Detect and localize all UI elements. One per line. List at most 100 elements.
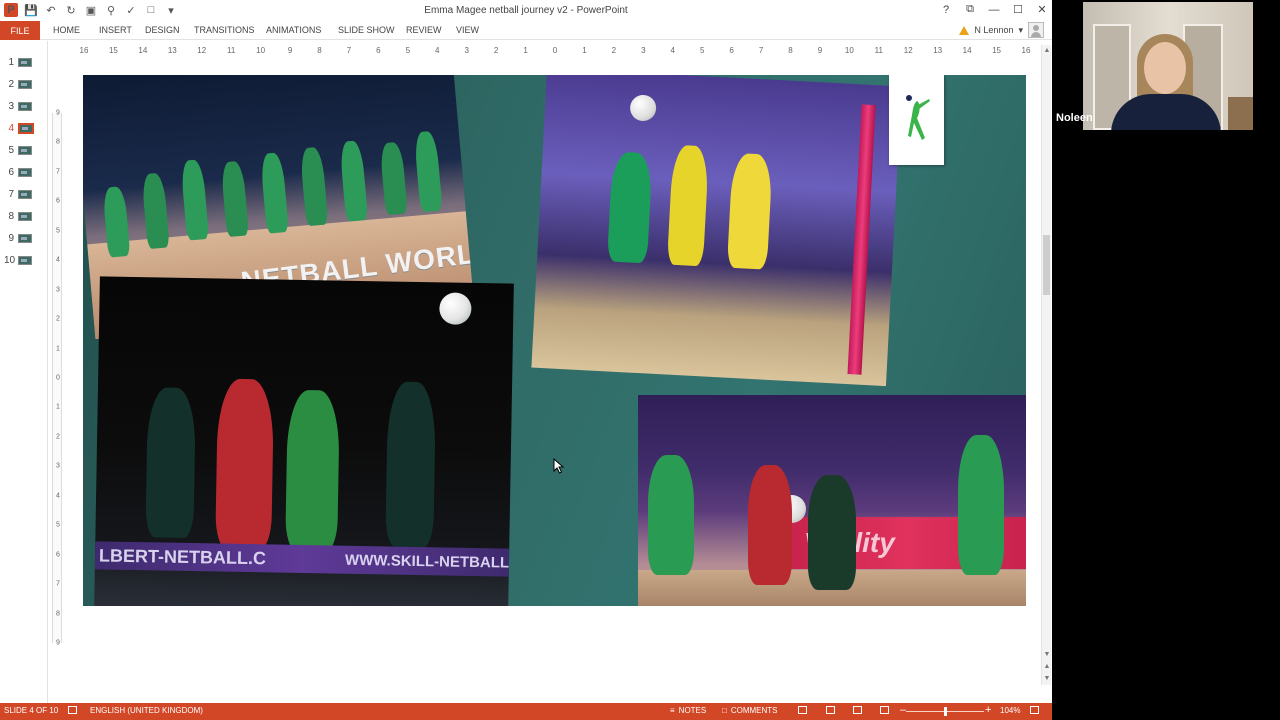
ruler-tick: 7 bbox=[56, 168, 60, 176]
ruler-tick: 0 bbox=[56, 374, 60, 382]
slide-sorter-icon[interactable] bbox=[826, 706, 835, 714]
ruler-tick: 1 bbox=[56, 345, 60, 353]
ruler-tick: 16 bbox=[79, 46, 89, 55]
comments-button[interactable]: □ COMMENTS bbox=[722, 706, 778, 715]
ruler-tick: 5 bbox=[699, 46, 705, 55]
minimize-icon[interactable]: — bbox=[988, 4, 1000, 16]
normal-view-icon[interactable] bbox=[798, 706, 807, 714]
slide-number: 10 bbox=[4, 254, 16, 266]
ruler-tick: 4 bbox=[56, 492, 60, 500]
malawi-match-photo[interactable]: LBERT-NETBALL.C WWW.SKILL-NETBALL.COM bbox=[94, 276, 514, 606]
slide-thumbnail-pane: 1 2 3 4 5 6 7 8 9 10 bbox=[0, 41, 48, 703]
match-jump-photo[interactable] bbox=[531, 75, 902, 387]
participant-face bbox=[1144, 42, 1186, 94]
player-figure bbox=[648, 455, 694, 575]
ruler-tick: 9 bbox=[56, 109, 60, 117]
banner-text-right: WWW.SKILL-NETBALL.COM bbox=[344, 551, 514, 573]
ruler-tick: 8 bbox=[56, 138, 60, 146]
slide-thumbnail-image bbox=[18, 122, 34, 134]
comments-label: COMMENTS bbox=[730, 706, 778, 715]
tab-home[interactable]: HOME bbox=[53, 25, 80, 35]
account-area[interactable]: N Lennon ▾ bbox=[959, 22, 1044, 38]
ruler-tick: 4 bbox=[670, 46, 675, 55]
ruler-tick: 10 bbox=[256, 46, 266, 55]
scroll-up-icon[interactable]: ▲ bbox=[1042, 47, 1052, 54]
status-bar: SLIDE 4 OF 10 ENGLISH (UNITED KINGDOM) ≡… bbox=[0, 703, 1052, 720]
webcam-video bbox=[1083, 2, 1253, 130]
zoom-slider-knob[interactable] bbox=[944, 707, 947, 716]
reading-view-icon[interactable] bbox=[853, 706, 862, 714]
tab-slide-show[interactable]: SLIDE SHOW bbox=[338, 25, 395, 35]
ruler-tick: 12 bbox=[903, 46, 913, 55]
help-icon[interactable]: ? bbox=[940, 4, 952, 16]
maximize-icon[interactable]: ☐ bbox=[1012, 3, 1024, 16]
player-figure bbox=[748, 465, 792, 585]
ruler-tick: 0 bbox=[552, 46, 558, 55]
slide-number: 4 bbox=[8, 122, 14, 134]
ribbon-display-options-icon[interactable]: ⧉ bbox=[964, 3, 976, 16]
netball-icon bbox=[439, 292, 472, 325]
vertical-ruler: 9 8 7 6 5 4 3 2 1 0 1 2 3 4 5 6 7 8 9 bbox=[52, 109, 62, 647]
tab-transitions[interactable]: TRANSITIONS bbox=[194, 25, 255, 35]
ruler-tick: 6 bbox=[376, 46, 381, 55]
ruler-tick: 3 bbox=[56, 462, 60, 470]
slide-thumbnail[interactable]: 8 bbox=[4, 209, 32, 223]
zoom-level[interactable]: 104% bbox=[1000, 706, 1020, 715]
slide-thumbnail[interactable]: 10 bbox=[4, 253, 32, 267]
next-slide-icon[interactable]: ▼ bbox=[1042, 675, 1052, 682]
zoom-in-icon[interactable]: + bbox=[985, 704, 991, 716]
slide-thumbnail-image bbox=[18, 145, 32, 155]
player-figure bbox=[220, 160, 250, 238]
ruler-tick: 10 bbox=[844, 46, 854, 55]
scramble-photo[interactable]: Vitality bbox=[638, 395, 1026, 606]
avatar[interactable] bbox=[1028, 22, 1044, 38]
title-bar: P 💾 ↶ ↻ ▣ ⚲ ✓ □ ▾ Emma Magee netball jou… bbox=[0, 0, 1052, 22]
slide-thumbnail-active[interactable]: 4 bbox=[4, 121, 34, 135]
notes-button[interactable]: ≡ NOTES bbox=[670, 706, 706, 715]
tab-view[interactable]: VIEW bbox=[456, 25, 479, 35]
player-figure bbox=[607, 151, 653, 264]
slide-thumbnail[interactable]: 9 bbox=[4, 231, 32, 245]
netball-ireland-logo[interactable] bbox=[889, 75, 944, 165]
slide-number: 9 bbox=[8, 232, 14, 244]
chevron-down-icon[interactable]: ▾ bbox=[1018, 25, 1023, 36]
zoom-out-icon[interactable]: – bbox=[900, 704, 906, 716]
slide-canvas[interactable]: NETBALL WORLD CU LBERT-NET bbox=[83, 75, 1026, 606]
ruler-tick: 1 bbox=[523, 46, 528, 55]
slide-thumbnail[interactable]: 7 bbox=[4, 187, 32, 201]
vertical-scrollbar[interactable]: ▲ ▼ ▲ ▼ bbox=[1041, 45, 1051, 685]
slide-thumbnail[interactable]: 3 bbox=[4, 99, 32, 113]
previous-slide-icon[interactable]: ▲ bbox=[1042, 663, 1052, 670]
user-name[interactable]: N Lennon bbox=[974, 25, 1013, 35]
slide-thumbnail[interactable]: 1 bbox=[4, 55, 32, 69]
ruler-tick: 5 bbox=[56, 521, 60, 529]
tab-file[interactable]: FILE bbox=[0, 21, 40, 40]
scrollbar-thumb[interactable] bbox=[1043, 235, 1050, 295]
slide-thumbnail[interactable]: 2 bbox=[4, 77, 32, 91]
player-figure bbox=[215, 378, 275, 550]
runner-icon bbox=[906, 95, 930, 140]
ruler-tick: 9 bbox=[287, 46, 293, 55]
slide-thumbnail[interactable]: 5 bbox=[4, 143, 32, 157]
document-title: Emma Magee netball journey v2 - PowerPoi… bbox=[424, 5, 628, 16]
tab-animations[interactable]: ANIMATIONS bbox=[266, 25, 321, 35]
ruler-tick: 16 bbox=[1021, 46, 1031, 55]
slide-show-icon[interactable] bbox=[880, 706, 889, 714]
player-figure bbox=[379, 141, 408, 216]
spelling-status-icon[interactable] bbox=[68, 706, 77, 714]
slide-number: 6 bbox=[8, 166, 14, 178]
slide-thumbnail[interactable]: 6 bbox=[4, 165, 32, 179]
tab-design[interactable]: DESIGN bbox=[145, 25, 180, 35]
fit-slide-icon[interactable] bbox=[1030, 706, 1039, 714]
zoom-slider[interactable] bbox=[906, 707, 984, 716]
slide-thumbnail-image bbox=[18, 57, 32, 67]
close-icon[interactable]: ✕ bbox=[1036, 3, 1048, 16]
language-indicator[interactable]: ENGLISH (UNITED KINGDOM) bbox=[90, 706, 203, 715]
ruler-tick: 4 bbox=[435, 46, 440, 55]
tab-review[interactable]: REVIEW bbox=[406, 25, 442, 35]
window-controls: ? ⧉ — ☐ ✕ bbox=[940, 3, 1048, 16]
ribbon-tabs: FILE HOME INSERT DESIGN TRANSITIONS ANIM… bbox=[0, 21, 1052, 40]
scroll-down-icon[interactable]: ▼ bbox=[1042, 651, 1052, 658]
ruler-tick: 8 bbox=[317, 46, 322, 55]
tab-insert[interactable]: INSERT bbox=[99, 25, 132, 35]
